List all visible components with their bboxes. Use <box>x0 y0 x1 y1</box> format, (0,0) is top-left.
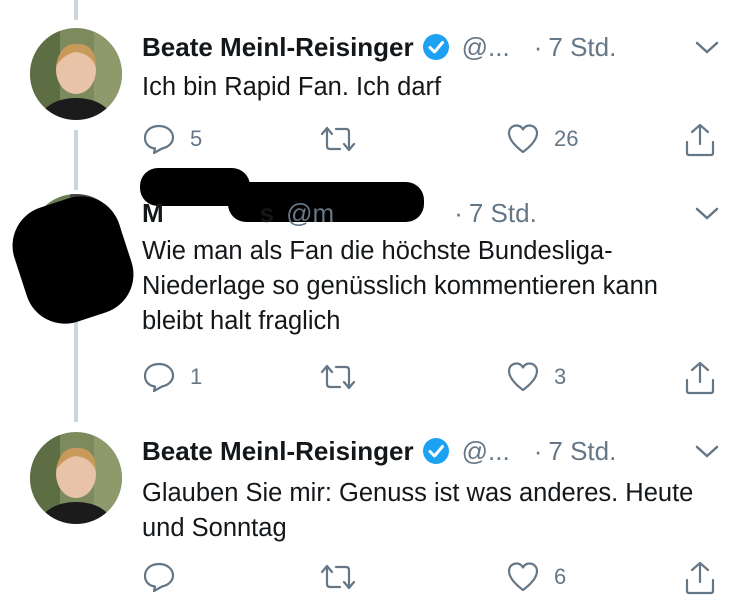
author-name[interactable]: Beate Meinl-Reisinger <box>142 436 414 467</box>
timestamp[interactable]: 7 Std. <box>548 436 616 467</box>
share-icon <box>685 123 715 157</box>
retweet-button[interactable] <box>318 122 358 156</box>
avatar-beate[interactable] <box>30 432 122 524</box>
reply-icon <box>143 562 175 593</box>
reply-button[interactable] <box>142 560 190 594</box>
like-count: 3 <box>554 364 567 389</box>
tweet-actions: 6 <box>142 560 722 596</box>
reply-count: 5 <box>190 126 203 151</box>
like-button[interactable]: 6 <box>506 560 566 594</box>
like-icon <box>507 362 539 392</box>
author-name-tail: s <box>259 197 275 228</box>
share-button[interactable] <box>682 360 718 396</box>
reply-button[interactable]: 1 <box>142 360 202 394</box>
tweet-header: Beate Meinl-Reisinger @... · 7 Std. <box>142 32 616 62</box>
like-button[interactable]: 26 <box>506 122 578 156</box>
chevron-down-icon[interactable] <box>694 444 720 460</box>
retweet-button[interactable] <box>318 560 358 594</box>
tweet-header: Beate Meinl-Reisinger @... · 7 Std. <box>142 436 616 466</box>
share-icon <box>685 361 715 395</box>
like-button[interactable]: 3 <box>506 360 566 394</box>
separator-dot: · <box>454 197 463 228</box>
avatar-beate[interactable] <box>30 28 122 120</box>
timestamp[interactable]: 7 Std. <box>548 32 616 63</box>
chevron-down-icon[interactable] <box>694 40 720 56</box>
verified-badge-icon <box>422 437 450 465</box>
tweet-text: Ich bin Rapid Fan. Ich darf <box>142 73 442 101</box>
retweet-icon <box>320 564 356 590</box>
separator-dot: · <box>533 435 543 466</box>
share-icon <box>685 561 715 595</box>
author-name[interactable]: Beate Meinl-Reisinger <box>142 32 414 63</box>
reply-icon <box>143 124 175 155</box>
separator-dot: · <box>533 31 543 62</box>
reply-button[interactable]: 5 <box>142 122 202 156</box>
retweet-icon <box>320 364 356 390</box>
author-handle[interactable]: @... <box>462 436 510 467</box>
author-handle[interactable]: @... <box>462 32 510 63</box>
share-button[interactable] <box>682 560 718 596</box>
tweet-1[interactable]: Beate Meinl-Reisinger @... · 7 Std. Ich … <box>0 0 750 170</box>
timestamp[interactable]: 7 Std. <box>469 198 537 229</box>
tweet-actions: 5 26 <box>142 122 722 158</box>
like-icon <box>507 124 539 154</box>
like-icon <box>507 562 539 592</box>
retweet-icon <box>320 126 356 152</box>
tweet-2[interactable]: M s @m · 7 Std. Wie man als Fan die höch… <box>0 168 750 420</box>
retweet-button[interactable] <box>318 360 358 394</box>
tweet-header: M s @m · 7 Std. <box>142 198 537 228</box>
chevron-down-icon[interactable] <box>694 206 720 222</box>
reply-icon <box>143 362 175 393</box>
tweet-text: Wie man als Fan die höchste Bundesliga-N… <box>142 237 658 335</box>
share-button[interactable] <box>682 122 718 158</box>
tweet-3[interactable]: Beate Meinl-Reisinger @... · 7 Std. Glau… <box>0 420 750 609</box>
tweet-actions: 1 3 <box>142 360 722 396</box>
tweet-text: Glauben Sie mir: Genuss ist was anderes.… <box>142 479 694 542</box>
like-count: 6 <box>554 564 567 589</box>
like-count: 26 <box>554 126 579 151</box>
author-name[interactable]: M <box>142 198 164 229</box>
author-handle[interactable]: @m <box>286 198 334 229</box>
verified-badge-icon <box>422 33 450 61</box>
redaction-mark <box>2 185 144 335</box>
reply-count: 1 <box>190 364 203 389</box>
